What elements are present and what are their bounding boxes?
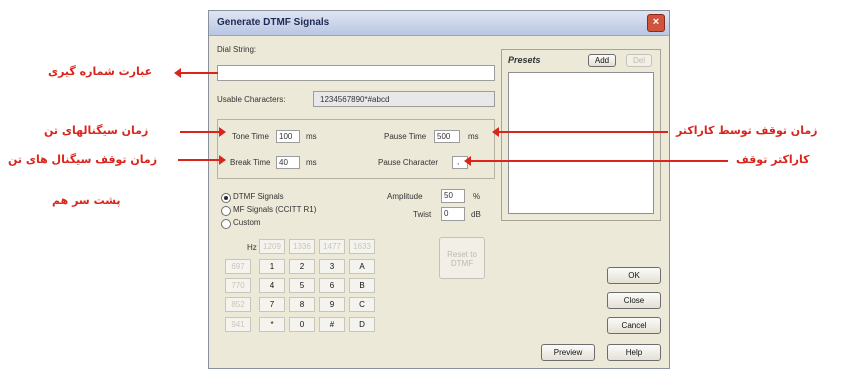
row-freq-3: 852: [225, 297, 251, 312]
break-time-input[interactable]: 40: [276, 156, 300, 169]
amplitude-label: Amplitude: [387, 192, 423, 201]
break-time-unit: ms: [306, 158, 317, 167]
col-freq-1: 1209: [259, 239, 285, 254]
presets-panel: Presets Add Del: [501, 49, 661, 221]
key-8[interactable]: 8: [289, 297, 315, 312]
timing-group: Tone Time 100 ms Pause Time 500 ms Break…: [217, 119, 495, 179]
radio-mf-label: MF Signals (CCITT R1): [233, 205, 317, 214]
dial-string-label: Dial String:: [217, 45, 257, 54]
col-freq-2: 1336: [289, 239, 315, 254]
row-freq-1: 697: [225, 259, 251, 274]
amplitude-input[interactable]: 50: [441, 189, 465, 203]
close-button[interactable]: Close: [607, 292, 661, 309]
radio-mf-signals[interactable]: [221, 206, 231, 216]
key-d[interactable]: D: [349, 317, 375, 332]
col-freq-4: 1633: [349, 239, 375, 254]
key-hash[interactable]: #: [319, 317, 345, 332]
hz-label: Hz: [247, 243, 257, 252]
presets-list[interactable]: [508, 72, 654, 214]
twist-input[interactable]: 0: [441, 207, 465, 221]
annotation-break-time: زمان توقف سیگنال های تن: [8, 153, 158, 166]
key-c[interactable]: C: [349, 297, 375, 312]
key-0[interactable]: 0: [289, 317, 315, 332]
key-2[interactable]: 2: [289, 259, 315, 274]
preview-button[interactable]: Preview: [541, 344, 595, 361]
radio-dtmf-label: DTMF Signals: [233, 192, 284, 201]
break-time-label: Break Time: [230, 158, 271, 167]
arrow-pause-time: [492, 127, 668, 137]
window-title: Generate DTMF Signals: [217, 17, 330, 28]
annotation-pause-char: کاراکتر توقف: [736, 153, 810, 166]
key-4[interactable]: 4: [259, 278, 285, 293]
pause-time-input[interactable]: 500: [434, 130, 460, 143]
radio-custom[interactable]: [221, 219, 231, 229]
radio-custom-label: Custom: [233, 218, 261, 227]
reset-to-dtmf-button[interactable]: Reset to DTMF: [439, 237, 485, 279]
twist-label: Twist: [413, 210, 432, 219]
key-3[interactable]: 3: [319, 259, 345, 274]
key-7[interactable]: 7: [259, 297, 285, 312]
usable-characters-label: Usable Characters:: [217, 95, 286, 104]
arrow-pause-char: [464, 156, 728, 166]
arrow-dial-string: [174, 68, 218, 78]
pause-character-label: Pause Character: [378, 158, 439, 167]
col-freq-3: 1477: [319, 239, 345, 254]
amplitude-unit: %: [473, 192, 481, 201]
key-1[interactable]: 1: [259, 259, 285, 274]
presets-add-button[interactable]: Add: [588, 54, 616, 67]
arrow-tone-time: [180, 127, 226, 137]
annotation-dial-string: عبارت شماره گیری: [48, 65, 153, 78]
key-star[interactable]: *: [259, 317, 285, 332]
presets-label: Presets: [508, 55, 541, 65]
key-b[interactable]: B: [349, 278, 375, 293]
key-9[interactable]: 9: [319, 297, 345, 312]
tone-time-label: Tone Time: [232, 132, 269, 141]
dial-string-input[interactable]: [217, 65, 495, 81]
cancel-button[interactable]: Cancel: [607, 317, 661, 334]
key-5[interactable]: 5: [289, 278, 315, 293]
key-6[interactable]: 6: [319, 278, 345, 293]
key-a[interactable]: A: [349, 259, 375, 274]
annotation-break-time-2: پشت سر هم: [52, 194, 121, 207]
arrow-break-time: [178, 155, 226, 165]
row-freq-2: 770: [225, 278, 251, 293]
pause-time-unit: ms: [468, 132, 479, 141]
tone-time-input[interactable]: 100: [276, 130, 300, 143]
row-freq-4: 941: [225, 317, 251, 332]
pause-time-label: Pause Time: [384, 132, 427, 141]
radio-dtmf-signals[interactable]: [221, 193, 231, 203]
close-icon[interactable]: ×: [647, 14, 665, 32]
presets-delete-button[interactable]: Del: [626, 54, 652, 67]
annotation-pause-time: زمان توقف توسط کاراکتر: [676, 124, 818, 137]
ok-button[interactable]: OK: [607, 267, 661, 284]
usable-characters-field: 1234567890*#abcd: [313, 91, 495, 107]
help-button[interactable]: Help: [607, 344, 661, 361]
title-bar: Generate DTMF Signals ×: [209, 11, 669, 36]
tone-time-unit: ms: [306, 132, 317, 141]
annotation-tone-time: زمان سیگنالهای تن: [44, 124, 149, 137]
twist-unit: dB: [471, 210, 481, 219]
dtmf-dialog: Generate DTMF Signals × Dial String: Usa…: [208, 10, 670, 369]
